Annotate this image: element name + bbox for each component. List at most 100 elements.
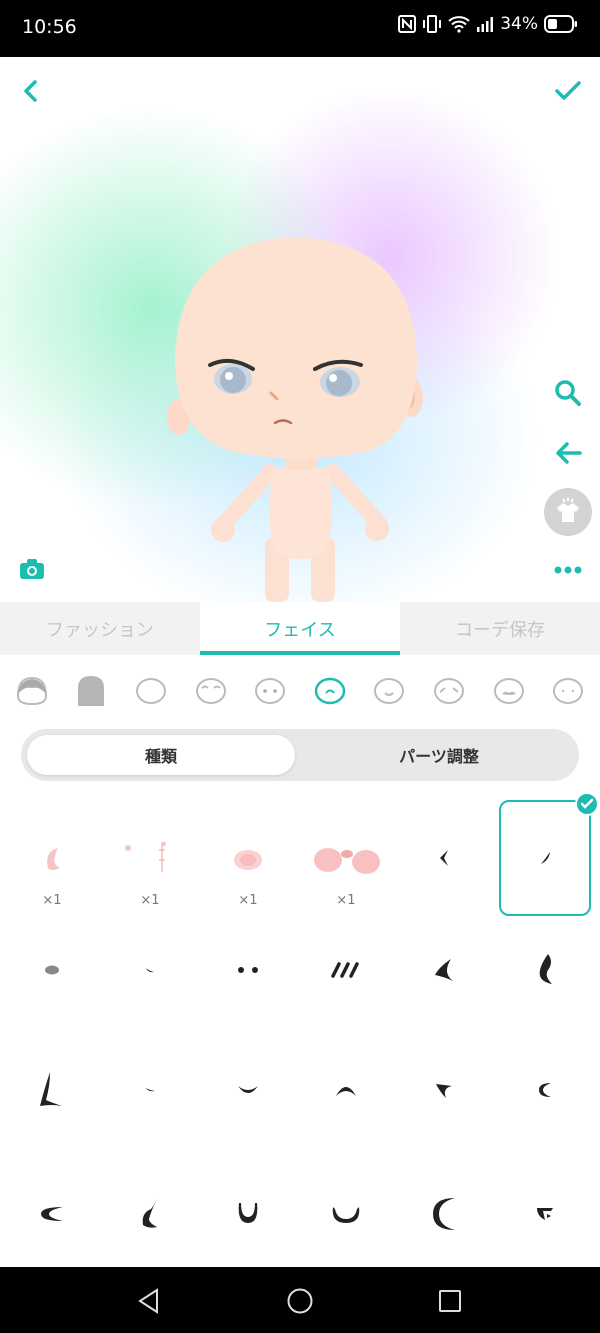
nav-home-button[interactable] (283, 1284, 317, 1318)
part-item[interactable]: ×1 (6, 800, 98, 916)
eyes-icon[interactable] (253, 674, 287, 708)
mouth-smile-curve-icon (238, 1086, 258, 1093)
mouth-hook-icon (541, 852, 550, 864)
back-button[interactable] (8, 67, 56, 115)
system-nav-bar (0, 1267, 600, 1333)
circle-home-icon (287, 1288, 313, 1314)
eyebrow-worry-icon[interactable] (432, 674, 466, 708)
mouth-curl-icon (539, 954, 552, 984)
item-count: ×1 (238, 893, 258, 908)
mouth-corner-icon (40, 1072, 62, 1106)
part-item[interactable] (202, 912, 294, 1028)
status-bar: 10:56 34% (0, 0, 600, 57)
part-item[interactable] (104, 1156, 196, 1272)
tab-coordinate-save[interactable]: コーデ保存 (400, 602, 600, 655)
mouth-icon[interactable] (313, 674, 347, 708)
face-category-row (0, 664, 600, 718)
blush-round-icon (234, 850, 262, 870)
part-item[interactable] (499, 1156, 591, 1272)
eyebrows-icon[interactable] (194, 674, 228, 708)
part-item[interactable] (398, 1032, 490, 1148)
part-item[interactable] (104, 1032, 196, 1148)
face-outline-icon[interactable] (134, 674, 168, 708)
item-count: ×1 (140, 893, 160, 908)
part-item[interactable]: ×1 (300, 800, 392, 916)
item-count: ×1 (336, 893, 356, 908)
part-item[interactable] (398, 912, 490, 1028)
main-tabs: ファッション フェイス コーデ保存 (0, 602, 600, 655)
blush-wide-icon (314, 848, 380, 874)
part-item[interactable]: ×1 (202, 800, 294, 916)
avatar-figure[interactable] (165, 237, 435, 602)
selected-check-icon (575, 792, 599, 816)
avatar-stage (0, 57, 600, 602)
mouth-teeth-icon (537, 1208, 553, 1220)
nfc-icon (398, 15, 417, 33)
hair-front-icon[interactable] (15, 674, 49, 708)
part-item[interactable] (398, 800, 490, 916)
part-item[interactable] (300, 912, 392, 1028)
part-mode-segment: 種類 パーツ調整 (21, 729, 579, 781)
camera-button[interactable] (8, 545, 56, 593)
battery-text: 34% (500, 14, 538, 34)
mouth-c-icon (539, 1083, 551, 1097)
arrow-left-icon (556, 442, 582, 464)
hair-back-icon[interactable] (74, 674, 108, 708)
battery-icon (544, 15, 578, 33)
item-count: ×1 (42, 893, 62, 908)
part-item[interactable] (499, 1032, 591, 1148)
mouth-v-icon (440, 850, 448, 866)
part-item[interactable] (300, 1156, 392, 1272)
signal-icon (476, 16, 494, 32)
part-item[interactable] (6, 1156, 98, 1272)
mouth-wide-c-icon (41, 1207, 63, 1221)
part-item[interactable] (398, 1156, 490, 1272)
wifi-icon (448, 15, 470, 33)
confirm-button[interactable] (544, 67, 592, 115)
part-item[interactable] (300, 1032, 392, 1148)
more-button[interactable] (544, 546, 592, 594)
square-recents-icon (439, 1290, 461, 1312)
part-item[interactable]: ×1 (104, 800, 196, 916)
blush-crescent-icon (47, 848, 60, 870)
mouth-dash-icon (146, 1088, 155, 1092)
vibrate-icon (422, 14, 442, 34)
nav-back-button[interactable] (132, 1284, 166, 1318)
mouth-dots-icon (238, 967, 258, 973)
mouth-frown-icon (336, 1087, 356, 1096)
search-icon (555, 380, 581, 406)
face-dots-icon[interactable] (551, 674, 585, 708)
more-dots-icon (554, 566, 582, 574)
part-item-selected[interactable] (499, 792, 599, 916)
triangle-back-icon (138, 1288, 158, 1314)
nav-recents-button[interactable] (433, 1284, 467, 1318)
camera-icon (20, 559, 44, 579)
mouth-beak-icon (435, 959, 453, 981)
mouth-smile-icon[interactable] (372, 674, 406, 708)
mouth-u-icon (238, 1203, 258, 1223)
tab-fashion[interactable]: ファッション (0, 602, 200, 655)
tab-face[interactable]: フェイス (200, 602, 400, 655)
shirt-icon (557, 498, 579, 522)
part-item[interactable] (499, 912, 591, 1028)
sparkle-marks-icon (125, 842, 166, 872)
mouth-cup-icon (332, 1207, 360, 1223)
status-icons: 34% (398, 14, 578, 34)
status-time: 10:56 (22, 16, 77, 38)
part-item[interactable] (6, 1032, 98, 1148)
type-segment-button[interactable]: 種類 (27, 735, 295, 775)
mouth-big-c-icon (433, 1198, 455, 1230)
mouth-fang-icon (142, 1199, 157, 1228)
outfit-button[interactable] (544, 488, 592, 536)
undo-button[interactable] (544, 429, 592, 477)
part-item[interactable] (202, 1032, 294, 1148)
mouth-lines-icon (331, 962, 359, 978)
check-icon (555, 81, 581, 100)
zoom-button[interactable] (544, 369, 592, 417)
part-item[interactable] (202, 1156, 294, 1272)
mouth-small-icon (146, 968, 154, 973)
adjust-segment-button[interactable]: パーツ調整 (305, 735, 573, 775)
part-item[interactable] (104, 912, 196, 1028)
part-item[interactable] (6, 912, 98, 1028)
mustache-icon[interactable] (492, 674, 526, 708)
